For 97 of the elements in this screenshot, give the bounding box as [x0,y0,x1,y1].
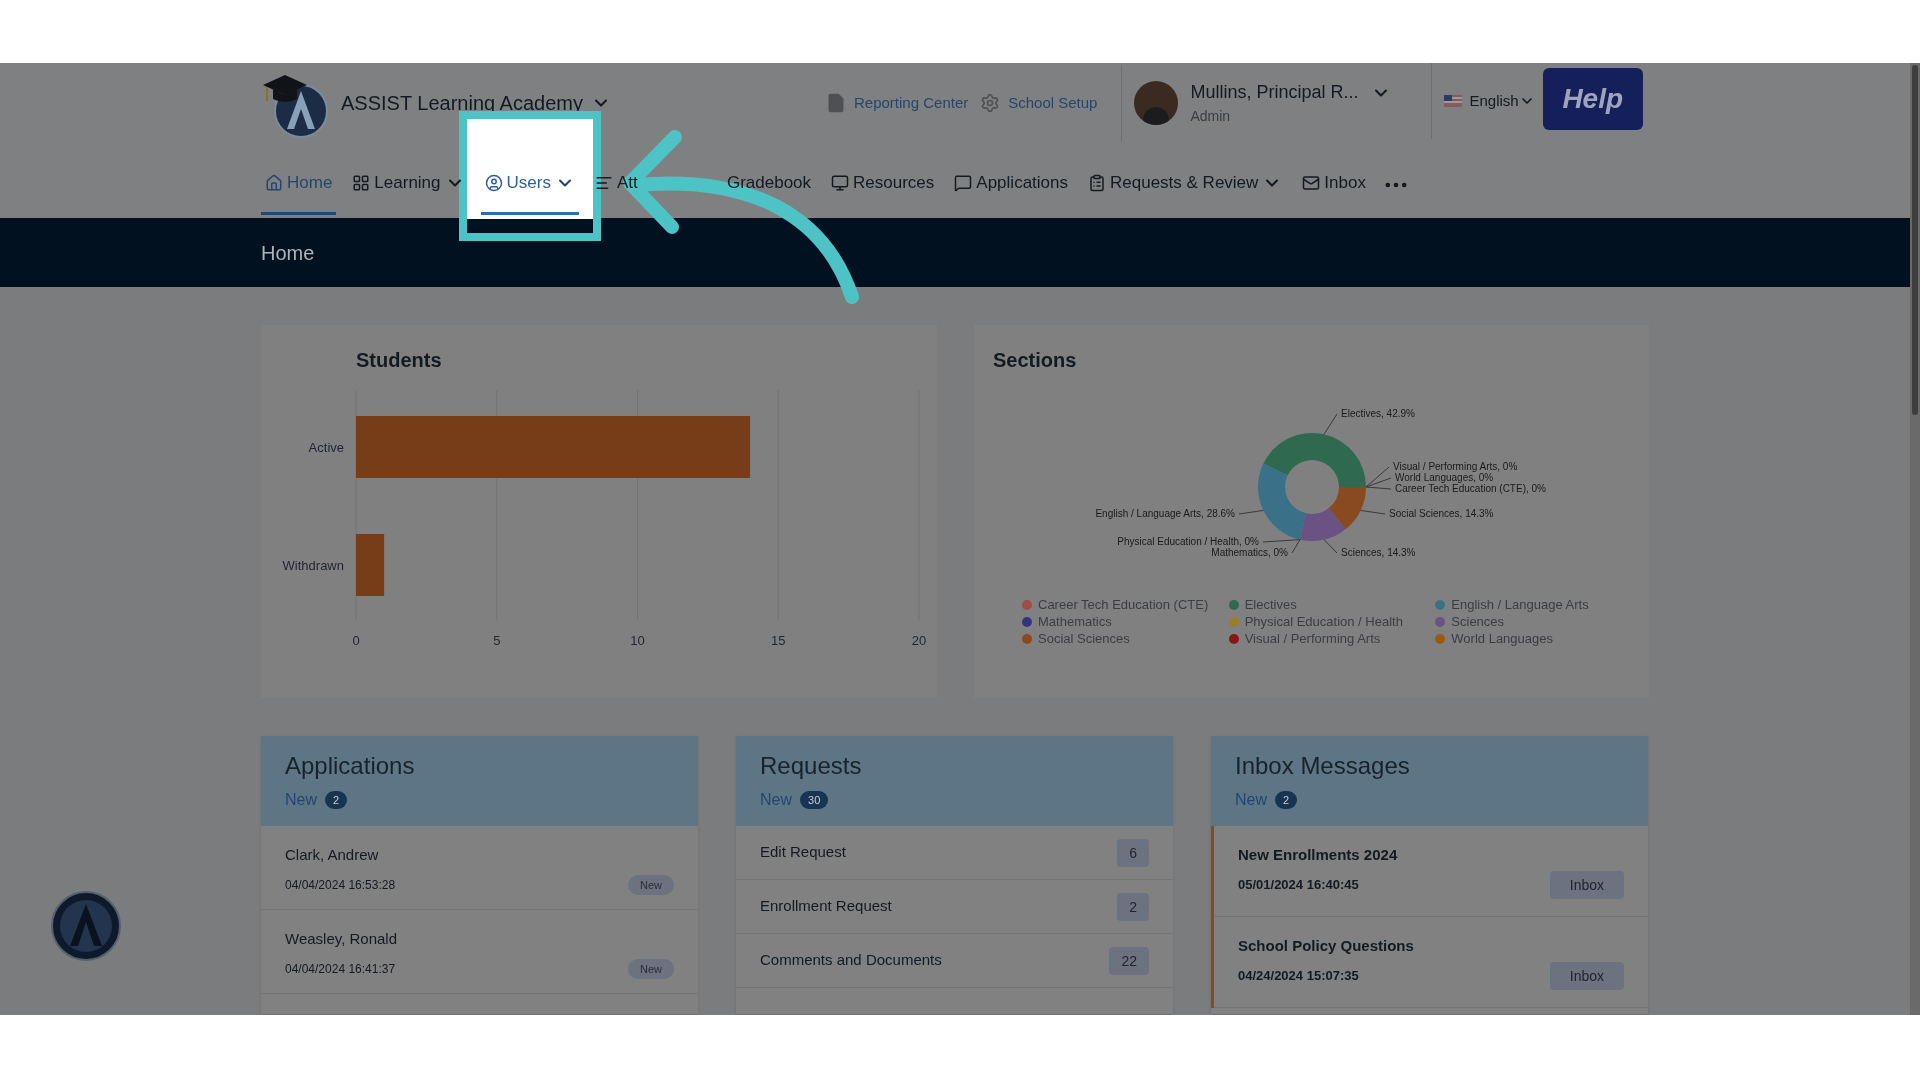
data-label: Sciences, 14.3% [1341,547,1416,558]
leader-line [1360,509,1386,515]
clipboard-icon [1088,174,1106,192]
bar [356,534,385,596]
tick-label: 10 [630,633,645,648]
tick-label: 20 [911,633,927,648]
list-item[interactable]: Edit Request 6 [736,826,1173,880]
inbox-button[interactable]: Inbox [1549,961,1624,990]
help-button[interactable]: Help [1542,68,1643,130]
list-item[interactable]: Comments and Documents 22 [736,934,1173,988]
grid-icon [352,174,371,192]
request-type: Comments and Documents [760,950,942,971]
legend-label[interactable]: Social Sciences [1038,631,1130,647]
count-badge: 2 [1275,791,1298,809]
legend-label[interactable]: Mathematics [1038,614,1112,630]
flag-icon [1443,95,1462,107]
request-type: Enrollment Request [760,896,892,917]
new-label: New [1235,790,1267,810]
list-item[interactable]: School Policy Questions 04/24/2024 15:07:35 Inbox [1214,917,1648,1008]
tick-label: 5 [493,633,501,648]
request-type: Edit Request [760,842,846,863]
status-badge: New [628,874,674,895]
language-selector[interactable]: English [1469,89,1519,113]
count-badge: 22 [1109,946,1149,975]
data-label: English / Language Arts, 28.6% [1095,508,1235,519]
list-item[interactable]: Weasley, Ronald 04/04/2024 16:41:37 New [261,910,698,994]
message-subject: School Policy Questions [1238,936,1415,956]
page-title: Home [261,241,315,264]
status-badge: New [628,958,674,979]
list-item[interactable]: New Enrollments 2024 05/01/2024 16:40:45 Inbox [1214,826,1648,917]
user-role: Admin [1190,107,1232,126]
inbox-button[interactable]: Inbox [1549,870,1624,899]
count-badge: 2 [1117,892,1149,921]
new-label: New [285,790,317,810]
data-label: Visual / Performing Arts, 0% [1393,461,1518,472]
header-link[interactable]: Reporting Center [826,91,969,115]
user-icon [484,174,503,192]
chat-icon [954,174,973,192]
list-icon [594,174,613,192]
legend-label[interactable]: Sciences [1451,614,1505,630]
legend-label[interactable]: World Languages [1451,631,1553,647]
nav-tab[interactable]: Requests & Review [1084,154,1287,215]
data-label: Physical Education / Health, 0% [1117,536,1259,547]
timestamp: 04/24/2024 15:07:35 [1238,966,1359,985]
data-label: Mathematics, 0% [1211,547,1288,558]
timestamp: 04/04/2024 16:53:28 [285,876,396,894]
legend-label[interactable]: Career Tech Education (CTE) [1038,597,1209,613]
legend-label[interactable]: Visual / Performing Arts [1244,631,1381,647]
card-title: Applications [285,752,416,780]
legend-label[interactable]: Physical Education / Health [1244,614,1403,630]
count-badge: 30 [800,791,829,809]
nav-tab[interactable]: Applications [950,154,1072,215]
user-name: Mullins, Principal R... [1190,81,1359,104]
card-title: Inbox Messages [1235,752,1411,780]
axis-label: Withdrawn [282,558,344,573]
timestamp: 05/01/2024 16:40:45 [1238,875,1359,894]
applicant-name: Clark, Andrew [285,845,380,865]
leader-line [1323,539,1338,554]
tick-label: 15 [771,633,786,648]
timestamp: 04/04/2024 16:41:37 [285,960,396,978]
legend-label[interactable]: English / Language Arts [1451,597,1589,613]
home-icon [265,174,283,192]
count-badge: 2 [325,791,348,809]
nav-tab[interactable]: Inbox [1298,154,1370,215]
card-title: Requests [760,752,863,780]
nav-tab[interactable]: Home [261,154,337,215]
nav-tab[interactable]: Resources [827,154,939,215]
message-subject: New Enrollments 2024 [1238,845,1399,865]
mail-icon [1302,174,1321,192]
axis-label: Active [308,440,344,455]
leader-line [1323,413,1338,435]
nav-tab[interactable]: Gradebook [722,154,816,215]
leader-line [1238,509,1264,515]
list-item[interactable]: Enrollment Request 2 [736,880,1173,934]
data-label: Career Tech Education (CTE), 0% [1395,483,1546,494]
legend-label[interactable]: Electives [1244,597,1297,613]
new-label: New [760,790,792,810]
header-link[interactable]: School Setup [980,91,1098,115]
avatar [1134,81,1179,125]
document-icon [826,93,846,113]
settings-icon [980,93,1001,113]
data-label: Electives, 42.9% [1341,408,1415,419]
applicant-name: Weasley, Ronald [285,929,398,949]
monitor-icon [831,174,850,192]
floating-logo-icon[interactable] [50,890,122,962]
nav-tab[interactable]: Users [480,154,579,215]
tick-label: 0 [352,633,360,648]
card-title: Sections [993,348,1078,373]
nav-tab[interactable]: Att [590,154,711,215]
list-item[interactable]: Clark, Andrew 04/04/2024 16:53:28 New [261,826,698,910]
card-title: Students [356,348,443,373]
nav-tab[interactable]: Learning [348,154,469,215]
count-badge: 6 [1117,838,1149,867]
school-name: ASSIST Learning Academy [341,91,583,116]
data-label: Social Sciences, 14.3% [1389,508,1494,519]
scrollbar[interactable] [1910,63,1920,1015]
data-label: World Languages, 0% [1395,472,1494,483]
